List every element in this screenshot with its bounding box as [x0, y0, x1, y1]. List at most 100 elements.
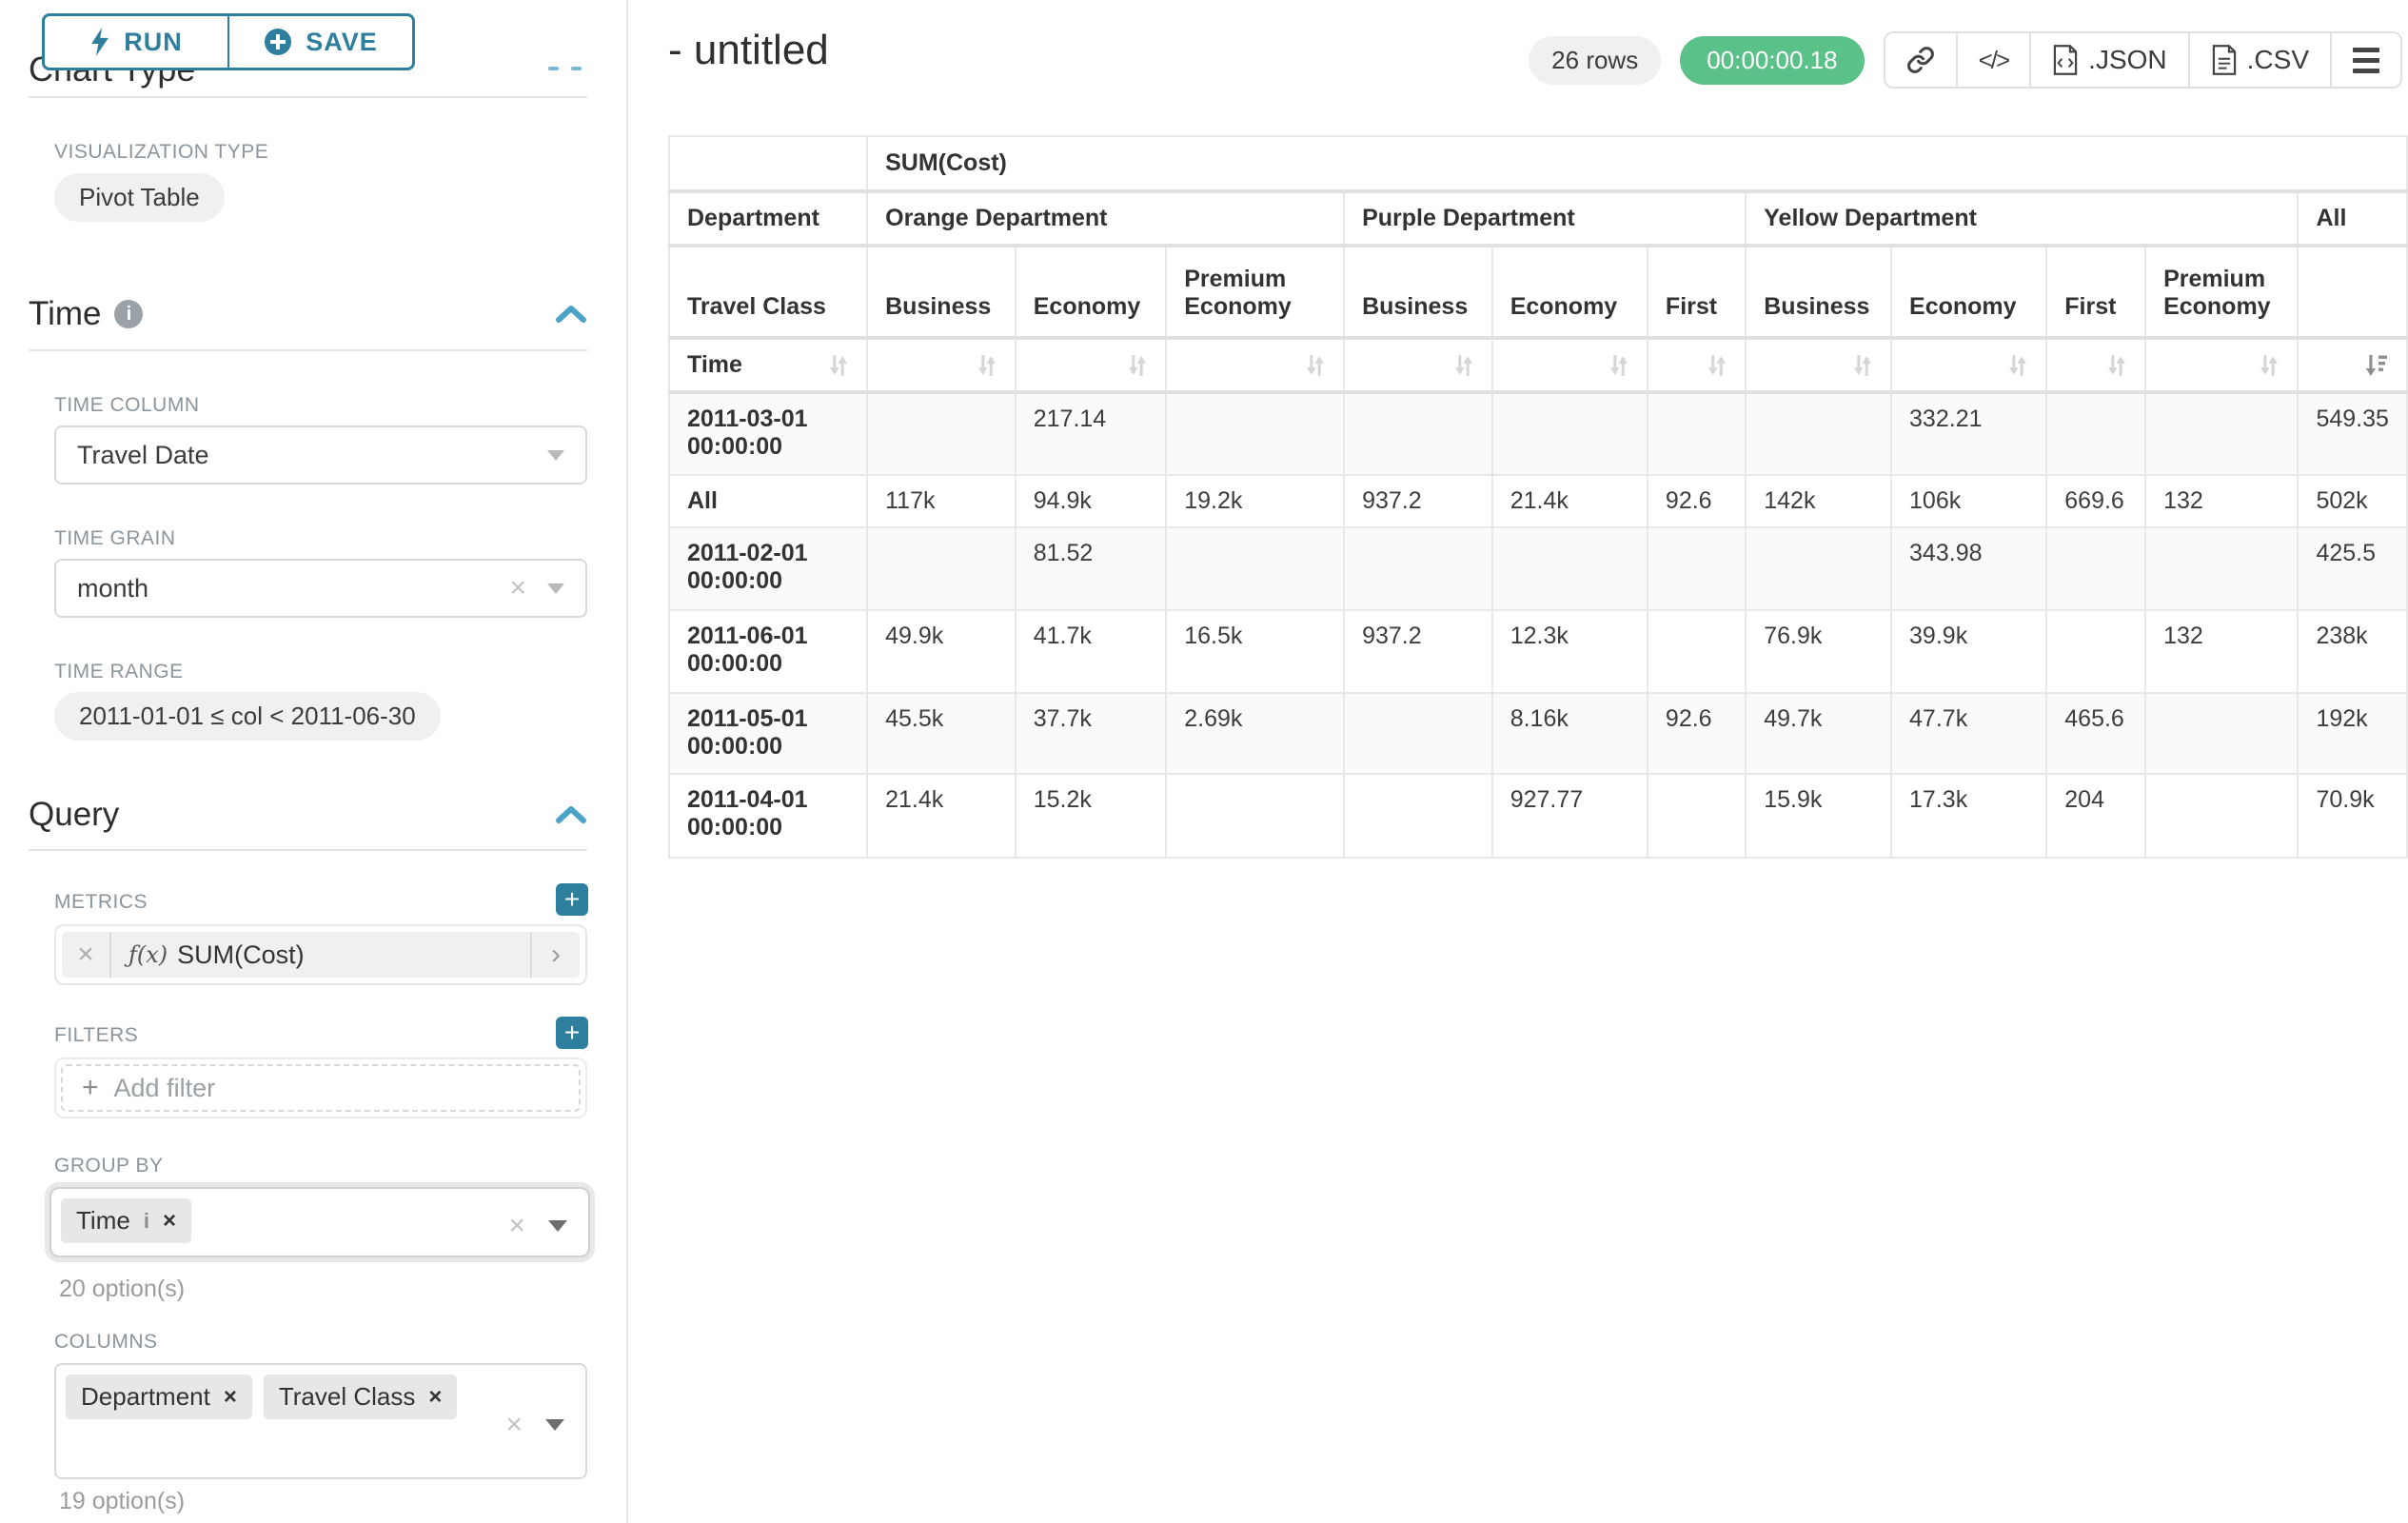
add-metric-button[interactable]: + — [556, 883, 588, 916]
column-sort-header[interactable] — [1344, 338, 1492, 392]
menu-icon — [2353, 48, 2379, 73]
value-cell — [1492, 392, 1648, 475]
remove-tag-icon[interactable]: × — [224, 1384, 237, 1411]
caret-down-icon — [545, 1419, 564, 1431]
time-column-select[interactable]: Travel Date — [54, 425, 587, 485]
chart-panel: - untitled 26 rows 00:00:00.18 </> .JSON… — [630, 0, 2408, 1523]
save-button[interactable]: SAVE — [228, 13, 415, 70]
value-cell — [1344, 693, 1492, 774]
remove-tag-icon[interactable]: × — [163, 1208, 176, 1235]
column-sort-header[interactable] — [1746, 338, 1891, 392]
add-filter-button[interactable]: + Add filter — [61, 1064, 581, 1112]
value-cell: 92.6 — [1648, 693, 1746, 774]
add-filter-plus-button[interactable]: + — [556, 1017, 588, 1049]
leaf-column-header: Economy — [1492, 246, 1648, 338]
leaf-column-header: Economy — [1016, 246, 1167, 338]
column-sort-header[interactable] — [1648, 338, 1746, 392]
columns-select[interactable]: Department × Travel Class × × — [54, 1363, 587, 1479]
leaf-column-header: Business — [867, 246, 1016, 338]
value-cell: 937.2 — [1344, 610, 1492, 693]
value-cell: 92.6 — [1648, 475, 1746, 527]
value-cell — [2046, 610, 2145, 693]
remove-metric-icon[interactable]: × — [62, 932, 111, 978]
chevron-up-icon[interactable] — [555, 804, 587, 825]
export-json-button[interactable]: .JSON — [2031, 33, 2189, 87]
viz-type-label: VISUALIZATION TYPE — [54, 141, 268, 164]
group-by-label: GROUP BY — [54, 1155, 163, 1177]
leaf-column-header: Premium Economy — [1166, 246, 1344, 338]
sort-icon — [2259, 353, 2280, 378]
table-row: All117k94.9k19.2k937.221.4k92.6142k106k6… — [669, 475, 2407, 527]
value-cell: 343.98 — [1891, 527, 2046, 610]
group-by-tag-time[interactable]: Time i × — [61, 1198, 191, 1243]
json-label: .JSON — [2088, 45, 2166, 75]
value-cell: 81.52 — [1016, 527, 1167, 610]
table-row: 2011-06-01 00:00:0049.9k41.7k16.5k937.21… — [669, 610, 2407, 693]
run-button[interactable]: RUN — [42, 13, 228, 70]
value-cell: 19.2k — [1166, 475, 1344, 527]
caret-down-icon — [548, 1220, 567, 1232]
query-timer-badge: 00:00:00.18 — [1680, 36, 1864, 85]
tag-label: Department — [81, 1382, 210, 1412]
column-sort-header[interactable] — [1016, 338, 1167, 392]
tag-label: Time — [76, 1206, 130, 1236]
time-sort-header[interactable]: Time — [669, 338, 867, 392]
group-by-select[interactable]: Time i × × — [49, 1187, 590, 1257]
metric-pill[interactable]: × ƒ(x) SUM(Cost) › — [62, 932, 580, 978]
chevron-right-icon[interactable]: › — [530, 932, 580, 978]
columns-options-note: 19 option(s) — [59, 1488, 185, 1515]
value-cell — [1648, 774, 1746, 858]
column-sort-header[interactable] — [1166, 338, 1344, 392]
save-label: SAVE — [306, 28, 378, 57]
run-label: RUN — [124, 28, 183, 57]
value-cell: 937.2 — [1344, 475, 1492, 527]
sort-icon — [1127, 353, 1148, 378]
column-sort-header[interactable] — [867, 338, 1016, 392]
info-icon[interactable]: i — [144, 1209, 149, 1234]
value-cell — [2145, 693, 2298, 774]
menu-button[interactable] — [2332, 33, 2400, 87]
csv-file-icon — [2211, 45, 2238, 75]
clear-icon[interactable]: × — [505, 1411, 523, 1439]
viz-type-pill[interactable]: Pivot Table — [54, 173, 225, 222]
metrics-label: METRICS — [54, 891, 148, 914]
value-cell — [1344, 774, 1492, 858]
columns-tag-department[interactable]: Department × — [66, 1375, 252, 1419]
row-label: 2011-06-01 00:00:00 — [669, 610, 867, 693]
row-label: 2011-05-01 00:00:00 — [669, 693, 867, 774]
value-cell — [2145, 527, 2298, 610]
value-cell: 106k — [1891, 475, 2046, 527]
column-sort-header[interactable] — [2145, 338, 2298, 392]
view-query-button[interactable]: </> — [1958, 33, 2032, 87]
value-cell — [2046, 527, 2145, 610]
value-cell — [1648, 392, 1746, 475]
column-sort-header[interactable] — [1492, 338, 1648, 392]
clear-icon[interactable]: × — [508, 1212, 525, 1240]
column-sort-header[interactable] — [2298, 338, 2407, 392]
value-cell — [1344, 527, 1492, 610]
time-grain-select[interactable]: month × — [54, 559, 587, 618]
time-range-pill[interactable]: 2011-01-01 ≤ col < 2011-06-30 — [54, 692, 441, 741]
columns-tag-travel-class[interactable]: Travel Class × — [264, 1375, 458, 1419]
info-icon[interactable]: i — [114, 300, 143, 328]
time-grain-label: TIME GRAIN — [54, 527, 176, 550]
copy-link-button[interactable] — [1885, 33, 1958, 87]
value-cell: 47.7k — [1891, 693, 2046, 774]
clear-icon[interactable]: × — [509, 574, 526, 603]
value-cell: 332.21 — [1891, 392, 2046, 475]
value-cell — [2046, 392, 2145, 475]
pivot-table: SUM(Cost)DepartmentOrange DepartmentPurp… — [668, 135, 2408, 859]
column-sort-header[interactable] — [2046, 338, 2145, 392]
filters-label: FILTERS — [54, 1024, 138, 1047]
remove-tag-icon[interactable]: × — [428, 1384, 442, 1411]
export-csv-button[interactable]: .CSV — [2190, 33, 2332, 87]
value-cell: 549.35 — [2298, 392, 2407, 475]
sort-icon — [1707, 353, 1727, 378]
plus-circle-icon — [264, 28, 292, 56]
value-cell — [1166, 527, 1344, 610]
column-sort-header[interactable] — [1891, 338, 2046, 392]
chart-title: - untitled — [668, 27, 829, 74]
chevron-up-icon[interactable] — [555, 304, 587, 325]
value-cell: 49.9k — [867, 610, 1016, 693]
link-icon — [1906, 46, 1935, 74]
